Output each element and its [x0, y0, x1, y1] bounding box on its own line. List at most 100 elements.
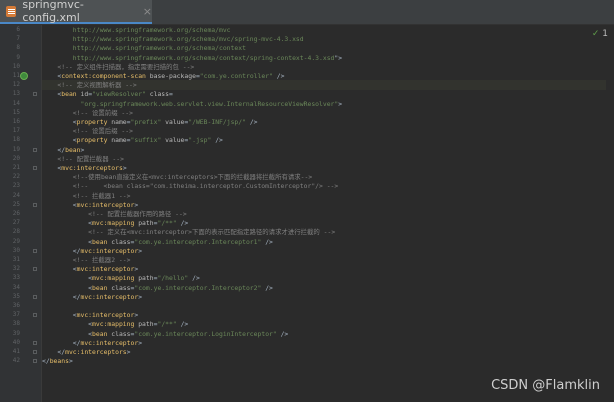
gutter-line: 42: [0, 356, 42, 366]
code-token: />: [261, 283, 273, 292]
code-token: class: [145, 90, 170, 99]
code-token: "com.ye.interceptor.Interceptor1": [134, 237, 262, 246]
xml-file-icon: [6, 5, 17, 17]
code-token: <: [42, 274, 93, 283]
code-token: <!-- 拦截器2 -->: [42, 256, 131, 264]
code-token: beans: [49, 357, 69, 366]
code-token: >: [138, 338, 143, 347]
code-token: </: [42, 292, 81, 301]
code-token: http://www.springframework.org/schema/mv…: [42, 26, 231, 34]
code-token: >: [126, 348, 131, 356]
code-token: value: [161, 136, 185, 145]
fold-marker-icon[interactable]: [33, 294, 37, 299]
code-token: bean: [92, 283, 108, 292]
code-token: "com.ye.interceptor.LoginInterceptor": [134, 329, 277, 338]
code-token: <!--使用bean直接定义在<mvc:interceptors>下面的拦截器将…: [42, 173, 313, 182]
code-token: bean: [92, 329, 108, 338]
code-token: <: [42, 219, 93, 228]
fold-marker-icon[interactable]: [33, 313, 37, 318]
code-token: />: [176, 219, 189, 228]
fold-marker-icon[interactable]: [33, 147, 37, 152]
code-token: "/WEB-INF/jsp/": [188, 118, 246, 126]
code-token: base-package: [145, 72, 196, 80]
code-token: />: [272, 72, 285, 80]
code-token: <: [42, 311, 77, 320]
code-token: </: [42, 246, 81, 255]
tab-label: springmvc-config.xml: [22, 0, 84, 24]
fold-marker-icon[interactable]: [33, 202, 37, 207]
code-token: "viewResolver": [92, 90, 146, 99]
fold-marker-icon[interactable]: [33, 267, 37, 272]
code-token: context:component-scan: [61, 72, 146, 80]
code-token: >: [68, 357, 73, 366]
inspection-status[interactable]: ✓ 1: [592, 29, 608, 39]
fold-marker-icon[interactable]: [33, 340, 37, 345]
code-token: >: [138, 246, 143, 255]
code-token: >: [134, 265, 139, 274]
code-token: "suffix": [130, 136, 162, 145]
spring-bean-icon[interactable]: [20, 72, 28, 80]
code-token: <!-- 定义组件扫描器，指定需要扫描的包 -->: [42, 62, 195, 71]
code-token: id: [76, 90, 89, 99]
code-token: <!-- 定义在<mvc:interceptor>下面的表示匹配指定路径的请求才…: [42, 228, 336, 237]
code-token: name: [107, 136, 127, 145]
code-token: mvc:mapping: [92, 320, 135, 329]
code-token: <: [42, 320, 93, 329]
code-token: <!-- 设置后缀 -->: [42, 127, 133, 136]
close-icon[interactable]: ×: [143, 5, 152, 18]
code-token: "com.ye.interceptor.Interceptor2": [134, 283, 262, 292]
code-line[interactable]: </beans>: [42, 356, 614, 366]
code-token: name: [107, 118, 127, 126]
code-token: mvc:interceptor: [76, 265, 135, 274]
code-token: <: [42, 90, 62, 99]
fold-marker-icon[interactable]: [33, 92, 37, 97]
code-token: <: [42, 72, 62, 80]
code-token: />: [261, 237, 273, 246]
code-token: />: [245, 118, 258, 126]
code-token: mvc:mapping: [92, 219, 135, 228]
code-token: class: [107, 283, 131, 292]
code-token: >: [134, 311, 139, 320]
code-token: mvc:interceptors: [65, 348, 127, 356]
code-token: bean: [92, 237, 108, 246]
code-token: <!-- 拦截器1 -->: [42, 191, 131, 200]
code-token: path: [134, 274, 154, 283]
code-token: "prefix": [130, 118, 162, 126]
code-token: <: [42, 200, 77, 209]
code-token: >: [80, 145, 85, 154]
code-token: =: [169, 90, 173, 99]
code-token: bean: [61, 90, 77, 99]
tab-springmvc-config[interactable]: springmvc-config.xml ×: [0, 0, 152, 24]
code-token: mvc:interceptor: [80, 246, 139, 255]
fold-marker-icon[interactable]: [33, 166, 37, 170]
code-token: </: [42, 348, 66, 356]
code-token: bean: [65, 145, 81, 154]
code-token: >: [338, 99, 343, 108]
code-token: </: [42, 338, 81, 347]
code-token: mvc:interceptor: [76, 200, 135, 209]
code-token: <!-- <bean class="com.itheima.intercepto…: [42, 182, 339, 191]
code-token: http://www.springframework.org/schema/mv…: [42, 35, 304, 44]
code-token: <!-- 配置拦截器作用的路径 -->: [42, 210, 187, 218]
fold-marker-icon[interactable]: [33, 350, 37, 354]
fold-marker-icon[interactable]: [33, 359, 37, 364]
code-token: <: [42, 265, 77, 274]
code-token: http://www.springframework.org/schema/co…: [42, 44, 246, 53]
code-token: />: [276, 329, 289, 338]
code-token: mvc:mapping: [92, 274, 135, 283]
code-token: mvc:interceptor: [80, 338, 139, 347]
code-token: http://www.springframework.org/schema/co…: [42, 53, 335, 62]
code-token: value: [161, 118, 185, 126]
fold-marker-icon[interactable]: [33, 248, 37, 253]
code-editor[interactable]: http://www.springframework.org/schema/mv…: [42, 25, 614, 402]
code-token: property: [76, 118, 108, 126]
editor-scrollbar[interactable]: [606, 25, 614, 402]
code-token: class: [107, 237, 131, 246]
code-token: "/**": [157, 320, 177, 329]
code-token: ".jsp": [188, 136, 212, 145]
code-token: </: [42, 145, 66, 154]
code-token: />: [176, 320, 189, 329]
code-token: <!-- 定义视图解析器 -->: [42, 81, 137, 90]
code-token: <: [42, 237, 93, 246]
editor-tab-bar: springmvc-config.xml ×: [0, 0, 614, 25]
